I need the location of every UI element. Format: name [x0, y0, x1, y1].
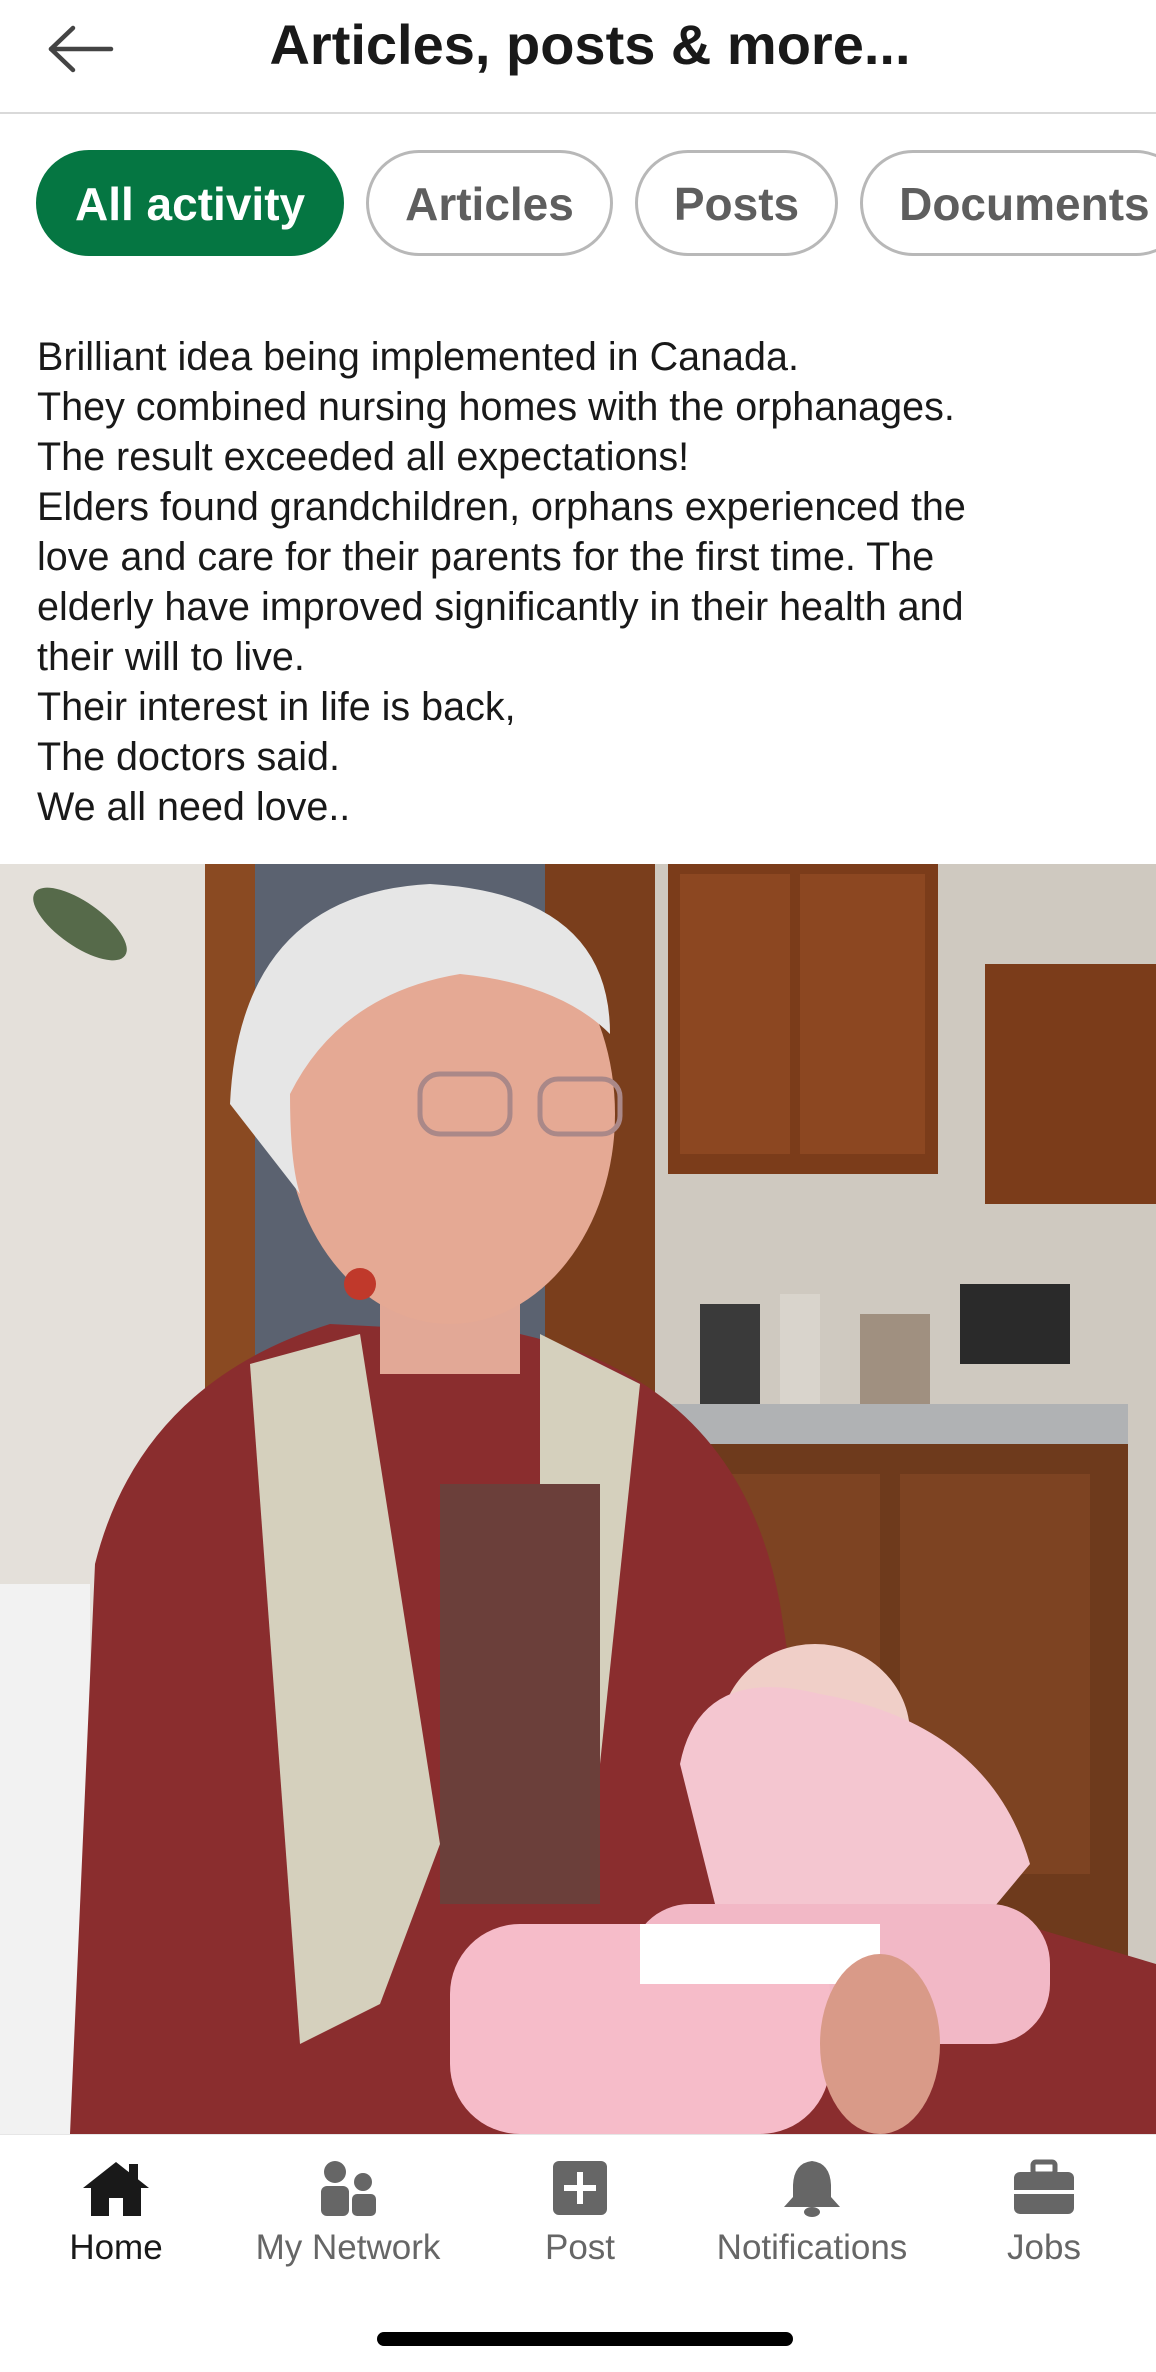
filter-pills: All activity Articles Posts Documents — [0, 114, 1156, 284]
network-icon — [321, 2161, 376, 2216]
filter-posts[interactable]: Posts — [634, 150, 839, 256]
plus-square-icon — [553, 2161, 607, 2215]
filter-documents[interactable]: Documents — [860, 150, 1156, 256]
post-text: Brilliant idea being implemented in Cana… — [37, 332, 1117, 832]
nav-jobs[interactable]: Jobs — [928, 2155, 1156, 2275]
post-text-line: We all need love.. — [37, 785, 351, 829]
nav-my-network-label: My Network — [255, 2228, 441, 2267]
nav-notifications-label: Notifications — [716, 2228, 908, 2267]
post-image[interactable] — [0, 864, 1156, 2134]
nav-home[interactable]: Home — [0, 2155, 232, 2275]
home-indicator[interactable] — [377, 2332, 793, 2346]
post-text-line: Their interest in life is back, — [37, 685, 516, 729]
nav-my-network[interactable]: My Network — [232, 2155, 464, 2275]
page-title: Articles, posts & more... — [269, 13, 911, 76]
filter-articles[interactable]: Articles — [366, 150, 613, 256]
post-text-line: love and care for their parents for the … — [37, 535, 935, 579]
bell-icon — [784, 2161, 840, 2217]
nav-post-label: Post — [544, 2228, 616, 2267]
nav-post[interactable]: Post — [464, 2155, 696, 2275]
nav-home-label: Home — [69, 2228, 163, 2267]
briefcase-icon — [1014, 2159, 1074, 2214]
post-text-line: their will to live. — [37, 635, 305, 679]
post-text-line: elderly have improved significantly in t… — [37, 585, 964, 629]
arrow-left-icon — [48, 25, 114, 73]
back-button[interactable] — [40, 14, 120, 84]
top-bar: Articles, posts & more... — [0, 0, 1156, 114]
post-text-line: The result exceeded all expectations! — [37, 435, 690, 479]
post-text-line: Elders found grandchildren, orphans expe… — [37, 485, 966, 529]
post-text-line: The doctors said. — [37, 735, 340, 779]
post-text-line: Brilliant idea being implemented in Cana… — [37, 335, 799, 379]
home-icon — [83, 2162, 149, 2216]
nav-notifications[interactable]: Notifications — [696, 2155, 928, 2275]
post-text-line: They combined nursing homes with the orp… — [37, 385, 955, 429]
filter-all-activity[interactable]: All activity — [36, 150, 345, 256]
nav-jobs-label: Jobs — [1007, 2228, 1081, 2267]
